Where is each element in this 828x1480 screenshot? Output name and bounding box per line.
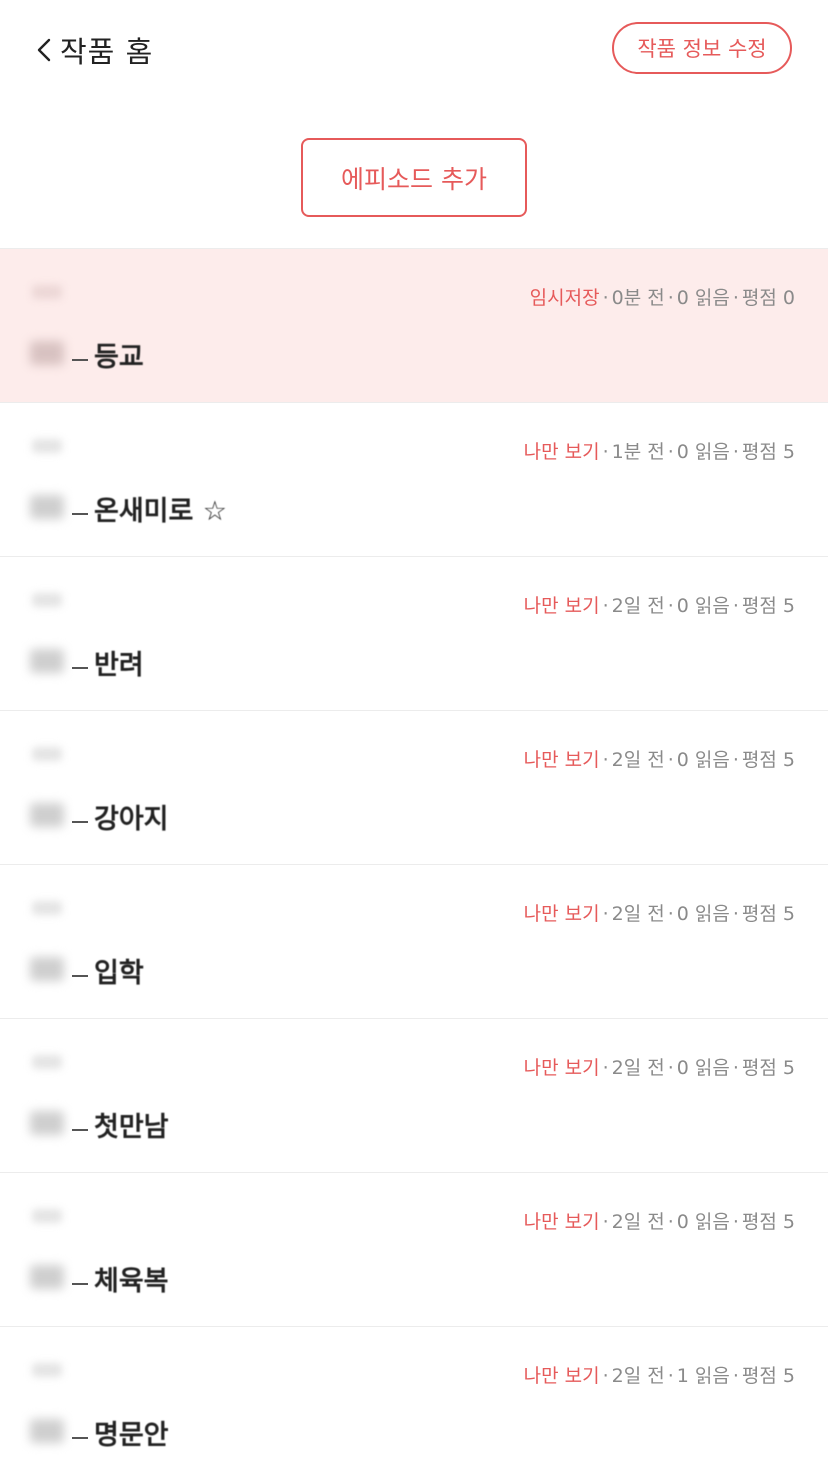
episode-meta: 임시저장 · 0분 전 · 0 읽음 · 평점 0 [529,287,795,309]
episode-reads: 0 읽음 [676,287,730,309]
episode-meta: 나만 보기 · 2일 전 · 0 읽음 · 평점 5 [523,749,795,771]
title-separator [72,1129,88,1131]
episode-rating: 평점 5 [741,1057,795,1079]
episode-title: 체육복 [94,1266,169,1297]
episode-time: 2일 전 [611,595,665,617]
episode-number-blurred [32,285,62,299]
episode-number-blurred [32,747,62,761]
episode-reads: 0 읽음 [676,749,730,771]
episode-number-blurred [32,1209,62,1223]
episode-list: 임시저장 · 0분 전 · 0 읽음 · 평점 0 등교 나만 보기 · 1분 전 · 0 읽음 · 평… [0,248,828,1480]
episode-row[interactable]: 나만 보기 · 2일 전 · 0 읽음 · 평점 5 입학 [0,864,828,1019]
top-bar: 작품 홈 작품 정보 수정 [0,0,828,100]
chevron-left-icon [36,37,52,63]
episode-thumbnail-blurred [30,803,64,827]
episode-title: 강아지 [94,804,169,835]
episode-row[interactable]: 나만 보기 · 2일 전 · 0 읽음 · 평점 5 반려 [0,556,828,711]
episode-number-blurred [32,593,62,607]
episode-rating: 평점 5 [741,903,795,925]
title-separator [72,513,88,515]
status-badge: 나만 보기 [523,1057,600,1079]
episode-title: 온새미로 ☆ [94,496,227,527]
episode-time: 0분 전 [611,287,665,309]
episode-meta: 나만 보기 · 2일 전 · 0 읽음 · 평점 5 [523,595,795,617]
episode-row[interactable]: 나만 보기 · 2일 전 · 0 읽음 · 평점 5 첫만남 [0,1018,828,1173]
title-separator [72,1283,88,1285]
episode-time: 1분 전 [611,441,665,463]
status-badge: 나만 보기 [523,1365,600,1387]
episode-title: 입학 [94,958,144,989]
episode-meta: 나만 보기 · 1분 전 · 0 읽음 · 평점 5 [523,441,795,463]
episode-reads: 0 읽음 [676,903,730,925]
episode-reads: 0 읽음 [676,1211,730,1233]
episode-thumbnail-blurred [30,495,64,519]
episode-rating: 평점 5 [741,1211,795,1233]
episode-time: 2일 전 [611,903,665,925]
back-button[interactable]: 작품 홈 [36,26,153,74]
episode-title: 첫만남 [94,1112,169,1143]
episode-reads: 1 읽음 [676,1365,730,1387]
episode-thumbnail-blurred [30,1419,64,1443]
episode-thumbnail-blurred [30,1111,64,1135]
title-separator [72,667,88,669]
episode-title: 반려 [94,650,144,681]
episode-thumbnail-blurred [30,957,64,981]
episode-row[interactable]: 나만 보기 · 2일 전 · 0 읽음 · 평점 5 체육복 [0,1172,828,1327]
episode-row[interactable]: 임시저장 · 0분 전 · 0 읽음 · 평점 0 등교 [0,248,828,402]
episode-number-blurred [32,1363,62,1377]
status-badge: 나만 보기 [523,1211,600,1233]
add-episode-button[interactable]: 에피소드 추가 [301,138,527,217]
episode-title: 등교 [94,342,144,373]
episode-time: 2일 전 [611,1057,665,1079]
episode-time: 2일 전 [611,1365,665,1387]
episode-rating: 평점 5 [741,1365,795,1387]
status-badge: 임시저장 [529,287,600,309]
episode-time: 2일 전 [611,749,665,771]
episode-meta: 나만 보기 · 2일 전 · 0 읽음 · 평점 5 [523,1211,795,1233]
episode-title: 명문안 [94,1420,169,1451]
episode-meta: 나만 보기 · 2일 전 · 1 읽음 · 평점 5 [523,1365,795,1387]
episode-reads: 0 읽음 [676,1057,730,1079]
status-badge: 나만 보기 [523,903,600,925]
episode-number-blurred [32,1055,62,1069]
episode-number-blurred [32,901,62,915]
episode-rating: 평점 5 [741,749,795,771]
episode-thumbnail-blurred [30,1265,64,1289]
edit-work-info-button[interactable]: 작품 정보 수정 [612,22,792,74]
episode-thumbnail-blurred [30,341,64,365]
episode-reads: 0 읽음 [676,595,730,617]
episode-rating: 평점 0 [741,287,795,309]
title-separator [72,975,88,977]
episode-meta: 나만 보기 · 2일 전 · 0 읽음 · 평점 5 [523,1057,795,1079]
episode-row[interactable]: 나만 보기 · 2일 전 · 0 읽음 · 평점 5 강아지 [0,710,828,865]
back-label: 작품 홈 [60,35,154,69]
episode-rating: 평점 5 [741,441,795,463]
episode-number-blurred [32,439,62,453]
title-separator [72,1437,88,1439]
title-separator [72,821,88,823]
episode-row[interactable]: 나만 보기 · 1분 전 · 0 읽음 · 평점 5 온새미로 ☆ [0,402,828,557]
status-badge: 나만 보기 [523,441,600,463]
episode-meta: 나만 보기 · 2일 전 · 0 읽음 · 평점 5 [523,903,795,925]
status-badge: 나만 보기 [523,749,600,771]
episode-reads: 0 읽음 [676,441,730,463]
episode-row[interactable]: 나만 보기 · 2일 전 · 1 읽음 · 평점 5 명문안 [0,1326,828,1480]
episode-rating: 평점 5 [741,595,795,617]
episode-thumbnail-blurred [30,649,64,673]
status-badge: 나만 보기 [523,595,600,617]
title-separator [72,359,88,361]
episode-time: 2일 전 [611,1211,665,1233]
